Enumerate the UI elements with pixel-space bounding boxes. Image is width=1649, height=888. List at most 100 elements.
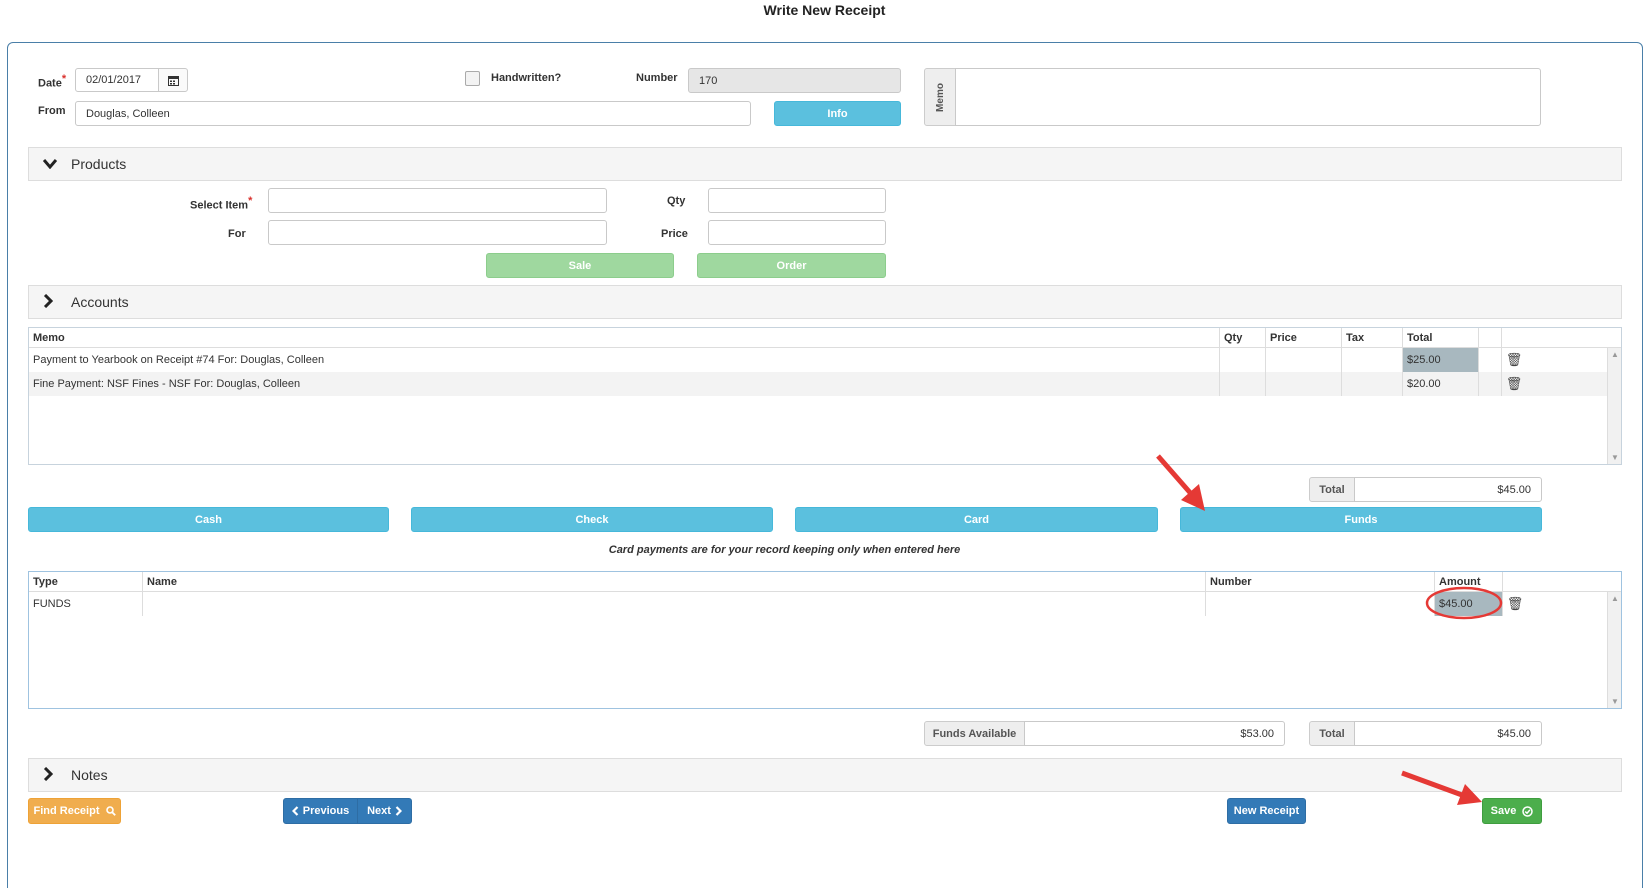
card-note: Card payments are for your record keepin…: [608, 544, 961, 556]
for-input[interactable]: [268, 220, 607, 245]
select-item-label: Select Item*: [190, 195, 253, 212]
column-number[interactable]: Number: [1206, 572, 1435, 591]
cash-button[interactable]: Cash: [28, 507, 389, 532]
row-tax: [1342, 372, 1403, 396]
new-receipt-button[interactable]: New Receipt: [1227, 798, 1306, 824]
row-total[interactable]: $20.00: [1403, 372, 1479, 396]
qty-input[interactable]: [708, 188, 886, 213]
payments-total-label: Total: [1309, 721, 1355, 746]
accounts-section-header[interactable]: Accounts: [28, 285, 1622, 319]
scroll-up-icon[interactable]: ▲: [1608, 350, 1622, 359]
accounts-grid-header: Memo Qty Price Tax Total: [29, 328, 1621, 348]
column-action: [1502, 328, 1621, 347]
funds-available-label: Funds Available: [924, 721, 1025, 746]
notes-title: Notes: [71, 767, 108, 783]
trash-icon[interactable]: 🗑: [1503, 592, 1527, 616]
accounts-total-label: Total: [1309, 477, 1355, 502]
funds-available-value: $53.00: [1024, 721, 1285, 746]
previous-label: Previous: [302, 805, 350, 817]
row-tax: [1342, 348, 1403, 372]
column-total[interactable]: Total: [1403, 328, 1479, 347]
find-receipt-button[interactable]: Find Receipt: [28, 798, 121, 824]
row-total[interactable]: $25.00: [1403, 348, 1479, 372]
check-circle-icon: [1522, 805, 1534, 817]
chevron-right-icon: [43, 293, 59, 311]
memo-addon: Memo: [924, 68, 956, 126]
memo-label: Memo: [934, 82, 946, 112]
chevron-right-icon: [43, 766, 59, 784]
column-memo[interactable]: Memo: [29, 328, 1220, 347]
trash-icon[interactable]: 🗑: [1502, 372, 1526, 396]
row-price: [1266, 348, 1342, 372]
accounts-grid: Memo Qty Price Tax Total Payment to Year…: [28, 327, 1622, 465]
memo-textarea[interactable]: [955, 68, 1541, 126]
date-label: Date*: [38, 73, 67, 90]
next-label: Next: [367, 805, 391, 817]
table-row[interactable]: FUNDS $45.00 🗑: [29, 592, 1621, 616]
number-field[interactable]: 170: [688, 68, 901, 93]
payments-total-value: $45.00: [1354, 721, 1542, 746]
chevron-left-icon: [291, 806, 299, 816]
save-button[interactable]: Save: [1482, 798, 1542, 824]
table-row[interactable]: Fine Payment: NSF Fines - NSF For: Dougl…: [29, 372, 1621, 396]
column-name[interactable]: Name: [143, 572, 1206, 591]
scroll-down-icon[interactable]: ▼: [1608, 453, 1622, 462]
calendar-icon: [167, 75, 179, 86]
products-title: Products: [71, 156, 127, 172]
table-row[interactable]: Payment to Yearbook on Receipt #74 For: …: [29, 348, 1621, 372]
chevron-right-icon: [395, 806, 402, 816]
calendar-button[interactable]: [158, 68, 188, 92]
row-memo: Fine Payment: NSF Fines - NSF For: Dougl…: [29, 372, 1220, 396]
order-button[interactable]: Order: [697, 253, 886, 278]
notes-section-header[interactable]: Notes: [28, 758, 1622, 792]
row-type: FUNDS: [29, 592, 143, 616]
from-field[interactable]: Douglas, Colleen: [75, 101, 751, 126]
column-qty[interactable]: Qty: [1220, 328, 1266, 347]
qty-label: Qty: [667, 195, 686, 207]
row-spacer: [1479, 348, 1502, 372]
chevron-down-icon: [42, 156, 59, 172]
for-label: For: [228, 228, 246, 240]
select-item-input[interactable]: [268, 188, 607, 213]
row-price: [1266, 372, 1342, 396]
info-button[interactable]: Info: [774, 101, 901, 126]
price-label: Price: [661, 228, 688, 240]
payments-grid-header: Type Name Number Amount: [29, 572, 1621, 592]
products-section-header[interactable]: Products: [28, 147, 1622, 181]
funds-button[interactable]: Funds: [1180, 507, 1542, 532]
date-input[interactable]: 02/01/2017: [75, 68, 159, 92]
price-input[interactable]: [708, 220, 886, 245]
payments-scrollbar[interactable]: ▲ ▼: [1607, 592, 1621, 708]
scroll-down-icon[interactable]: ▼: [1608, 697, 1622, 706]
previous-button[interactable]: Previous: [283, 798, 358, 824]
next-button[interactable]: Next: [357, 798, 412, 824]
search-icon: [105, 806, 116, 816]
column-amount[interactable]: Amount: [1435, 572, 1503, 591]
row-number: [1206, 592, 1435, 616]
card-button[interactable]: Card: [795, 507, 1158, 532]
from-label: From: [38, 105, 66, 117]
find-receipt-label: Find Receipt: [33, 805, 100, 817]
row-qty: [1220, 372, 1266, 396]
column-tax[interactable]: Tax: [1342, 328, 1403, 347]
column-type[interactable]: Type: [29, 572, 143, 591]
number-label: Number: [636, 72, 678, 84]
row-spacer: [1479, 372, 1502, 396]
payments-grid: Type Name Number Amount FUNDS $45.00 🗑 ▲…: [28, 571, 1622, 709]
row-amount[interactable]: $45.00: [1435, 592, 1503, 616]
check-button[interactable]: Check: [411, 507, 773, 532]
accounts-total-value: $45.00: [1354, 477, 1542, 502]
sale-button[interactable]: Sale: [486, 253, 674, 278]
trash-icon[interactable]: 🗑: [1502, 348, 1526, 372]
column-price[interactable]: Price: [1266, 328, 1342, 347]
handwritten-label: Handwritten?: [491, 72, 562, 84]
accounts-scrollbar[interactable]: ▲ ▼: [1607, 348, 1621, 464]
save-label: Save: [1490, 805, 1517, 817]
row-qty: [1220, 348, 1266, 372]
scroll-up-icon[interactable]: ▲: [1608, 594, 1622, 603]
column-spacer: [1479, 328, 1502, 347]
accounts-title: Accounts: [71, 294, 129, 310]
row-name: [143, 592, 1206, 616]
handwritten-checkbox[interactable]: [465, 71, 480, 86]
column-action: [1503, 572, 1621, 591]
